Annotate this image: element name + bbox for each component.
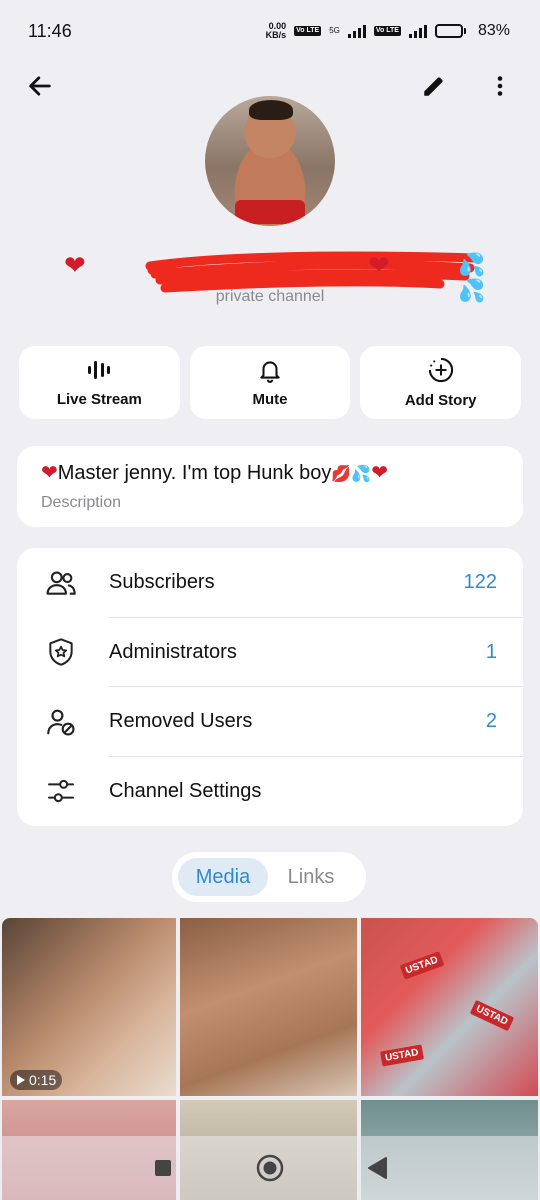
pack-label: USTAD: [399, 951, 445, 980]
live-stream-icon: [88, 361, 111, 379]
pencil-icon: [424, 77, 443, 96]
list-item-removed-users[interactable]: Removed Users 2: [17, 687, 523, 757]
volte-badge-2: Vo LTE: [373, 26, 401, 36]
list-item-channel-settings[interactable]: Channel Settings: [17, 757, 523, 827]
administrators-count: 1: [485, 640, 497, 663]
pack-label: USTAD: [380, 1044, 424, 1067]
pack-label: USTAD: [469, 999, 514, 1032]
description-text: Master jenny. I'm top Hunk boy: [57, 462, 332, 484]
add-story-label: Add Story: [404, 392, 477, 409]
subscribers-label: Subscribers: [109, 571, 215, 594]
media-thumbnail[interactable]: USTAD USTAD USTAD: [361, 918, 538, 1096]
media-tabs: Media Links: [172, 852, 366, 902]
more-vertical-icon: [497, 76, 503, 96]
list-item-administrators[interactable]: Administrators 1: [17, 618, 523, 688]
channel-name-redacted: ❤ ❤ 💦💦: [60, 248, 485, 303]
signal-icon-2: [408, 24, 427, 38]
net-speed-unit: KB/s: [265, 30, 287, 40]
media-thumbnail[interactable]: [180, 918, 357, 1096]
live-stream-button[interactable]: Live Stream: [19, 346, 180, 419]
description-label: Description: [41, 494, 122, 511]
removed-users-count: 2: [485, 710, 497, 733]
more-options-button[interactable]: [480, 66, 520, 106]
home-button[interactable]: [250, 1148, 290, 1188]
kiss-emoji: 💋: [331, 466, 352, 483]
mute-button[interactable]: Mute: [189, 346, 351, 419]
channel-actions: Live Stream Mute Add Story: [19, 346, 522, 419]
edit-button[interactable]: [414, 66, 454, 106]
heart-emoji: ❤: [41, 462, 58, 484]
tab-media[interactable]: Media: [178, 858, 268, 896]
users-icon: [46, 571, 76, 595]
system-nav-bar: [0, 1136, 540, 1200]
tab-links[interactable]: Links: [268, 858, 354, 896]
back-button[interactable]: [20, 66, 60, 106]
status-bar: 11:46 0.00 KB/s Vo LTE 5G Vo LTE 83%: [0, 0, 540, 62]
live-stream-label: Live Stream: [56, 391, 142, 408]
description-text-row: ❤Master jenny. I'm top Hunk boy💋💦❤: [41, 460, 499, 488]
media-thumbnail-video[interactable]: 0:15: [2, 918, 176, 1096]
subscribers-count: 122: [463, 571, 497, 594]
net-speed: 0.00 KB/s: [266, 22, 287, 40]
square-icon: [155, 1160, 172, 1176]
bell-icon: [260, 361, 280, 383]
description-card[interactable]: ❤Master jenny. I'm top Hunk boy💋💦❤ Descr…: [17, 446, 523, 527]
status-indicators: 0.00 KB/s Vo LTE 5G Vo LTE 83%: [266, 22, 510, 40]
channel-info-list: Subscribers 122 Administrators 1 Removed…: [17, 548, 523, 826]
heart-emoji-right: ❤: [368, 250, 390, 280]
add-story-icon: [428, 357, 453, 383]
heart-emoji-end: ❤: [371, 462, 388, 484]
video-duration-badge: 0:15: [10, 1070, 63, 1090]
play-icon: [17, 1075, 25, 1085]
channel-settings-label: Channel Settings: [109, 779, 262, 802]
channel-subtitle: private channel: [215, 288, 325, 305]
user-blocked-icon: [47, 709, 75, 736]
status-time: 11:46: [28, 20, 72, 41]
volte-badge-1: Vo LTE: [294, 26, 322, 36]
heart-emoji-left: ❤: [64, 250, 86, 280]
list-item-subscribers[interactable]: Subscribers 122: [17, 548, 523, 618]
battery-icon: [434, 24, 466, 38]
administrators-label: Administrators: [109, 640, 237, 663]
video-duration: 0:15: [29, 1072, 57, 1088]
network-5g-label: 5G: [329, 26, 340, 35]
mute-label: Mute: [252, 391, 288, 408]
signal-icon: [347, 24, 366, 38]
add-story-button[interactable]: Add Story: [360, 346, 522, 419]
back-nav-button[interactable]: [357, 1148, 397, 1188]
recents-button[interactable]: [143, 1148, 183, 1188]
triangle-back-icon: [367, 1157, 387, 1179]
battery-percent: 83%: [477, 22, 510, 39]
home-circle-icon: [256, 1154, 284, 1182]
channel-avatar[interactable]: [205, 96, 335, 226]
settings-sliders-icon: [48, 780, 74, 803]
removed-users-label: Removed Users: [109, 710, 253, 733]
droplets-emoji: 💦: [351, 466, 372, 483]
arrow-left-icon: [29, 76, 51, 96]
shield-star-icon: [49, 638, 73, 666]
